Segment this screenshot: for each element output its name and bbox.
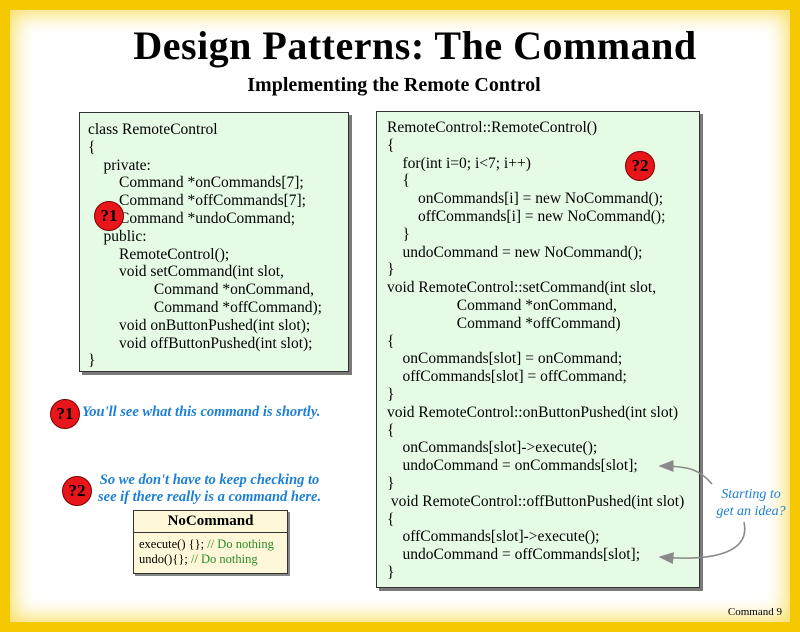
slide-footer: Command 9 [727,606,782,618]
arrow-to-on-undo [658,460,713,485]
arrow-to-off-undo [658,521,746,565]
hint-arrows [658,460,746,565]
